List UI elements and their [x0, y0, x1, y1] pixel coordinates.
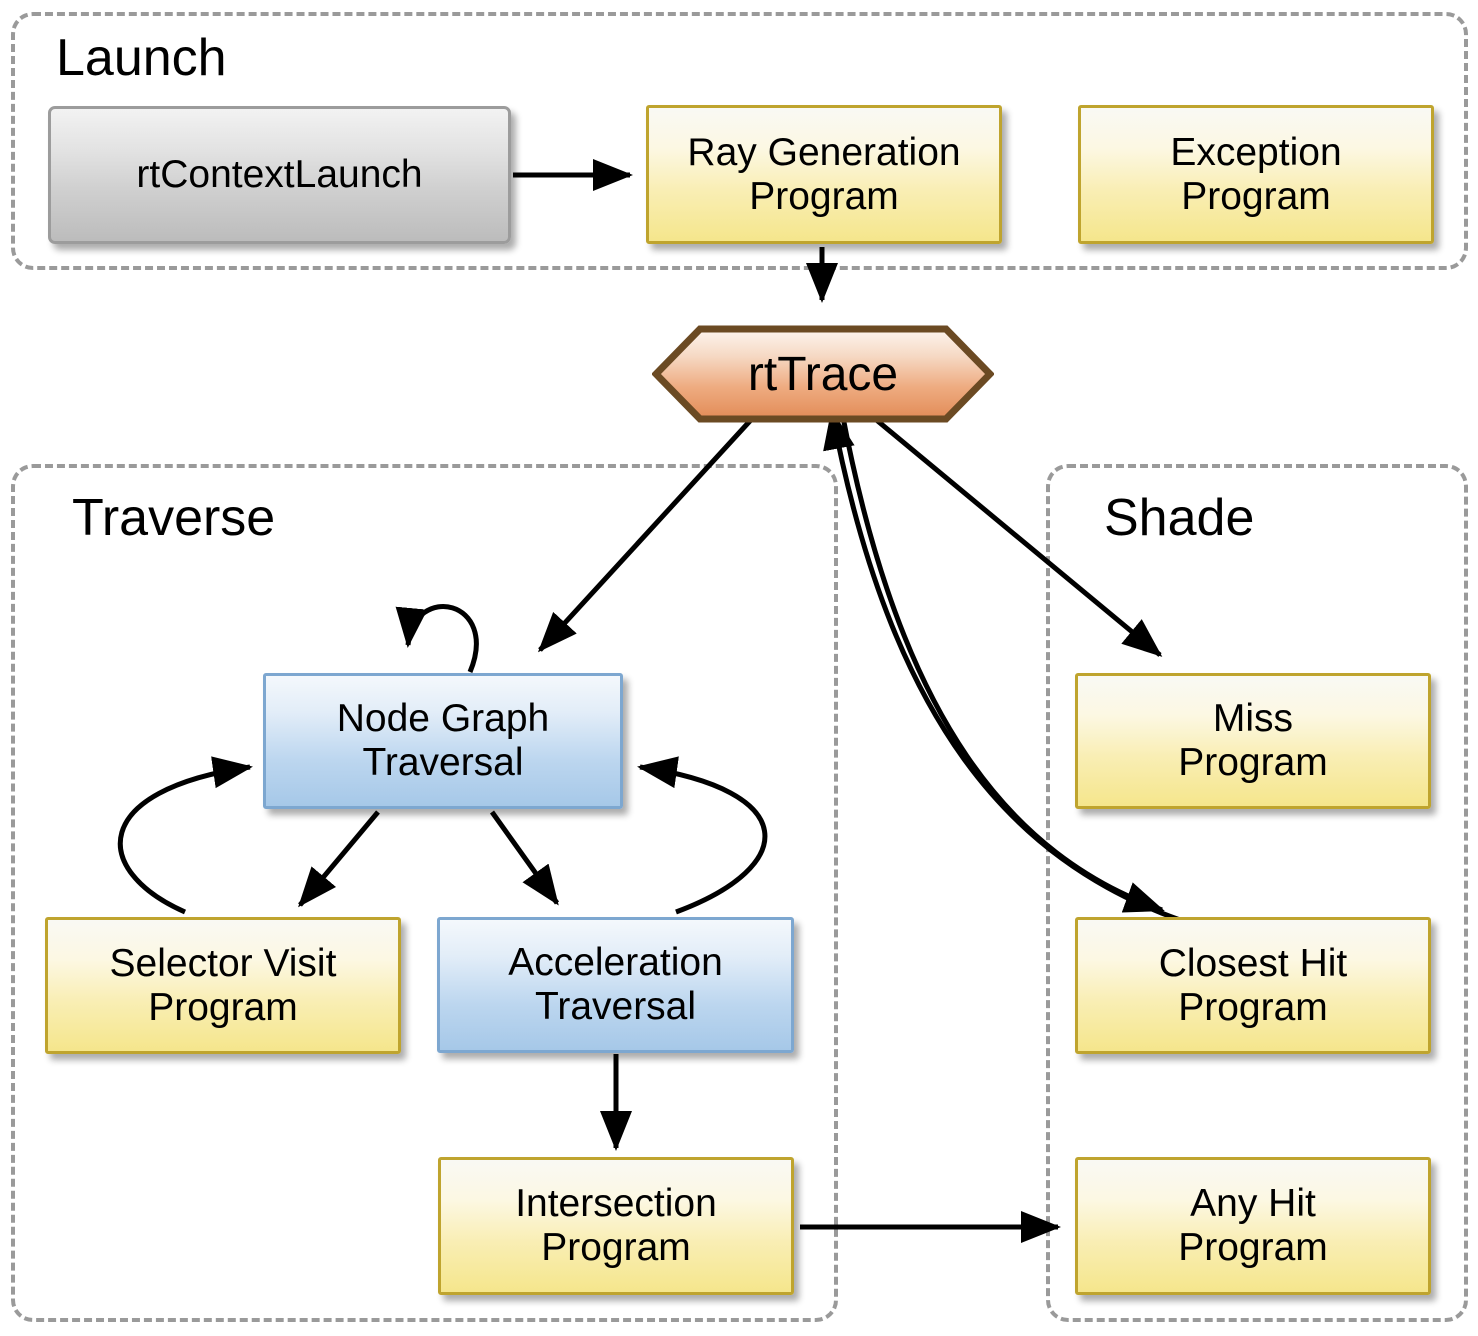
group-shade-title: Shade [1104, 489, 1255, 547]
node-exception-label: Exception Program [1170, 130, 1342, 218]
group-launch-title: Launch [56, 29, 227, 87]
node-raygen[interactable]: Ray Generation Program [646, 105, 1002, 244]
node-closesthit[interactable]: Closest Hit Program [1075, 917, 1431, 1054]
node-rttrace[interactable]: rtTrace [651, 325, 995, 423]
node-selectorvisit[interactable]: Selector Visit Program [45, 917, 401, 1054]
node-selectorvisit-label: Selector Visit Program [109, 941, 337, 1029]
node-exception[interactable]: Exception Program [1078, 105, 1434, 244]
node-intersection[interactable]: Intersection Program [438, 1157, 794, 1295]
node-anyhit-label: Any Hit Program [1178, 1182, 1328, 1269]
node-miss[interactable]: Miss Program [1075, 673, 1431, 809]
node-closesthit-label: Closest Hit Program [1158, 941, 1348, 1029]
group-traverse-title: Traverse [72, 489, 276, 547]
hexagon-shape [651, 325, 995, 423]
node-anyhit[interactable]: Any Hit Program [1075, 1157, 1431, 1295]
diagram-canvas: Launch Traverse Shade rtContextLaunch Ra… [0, 0, 1478, 1336]
node-miss-label: Miss Program [1178, 697, 1328, 784]
node-acceleration-label: Acceleration Traversal [508, 941, 723, 1028]
node-rtcontextlaunch-label: rtContextLaunch [136, 153, 423, 197]
node-rtcontextlaunch[interactable]: rtContextLaunch [48, 106, 511, 244]
node-acceleration[interactable]: Acceleration Traversal [437, 917, 794, 1053]
node-raygen-label: Ray Generation Program [687, 130, 961, 218]
node-intersection-label: Intersection Program [515, 1182, 717, 1269]
node-nodegraph-label: Node Graph Traversal [336, 697, 550, 784]
node-nodegraph[interactable]: Node Graph Traversal [263, 673, 623, 809]
